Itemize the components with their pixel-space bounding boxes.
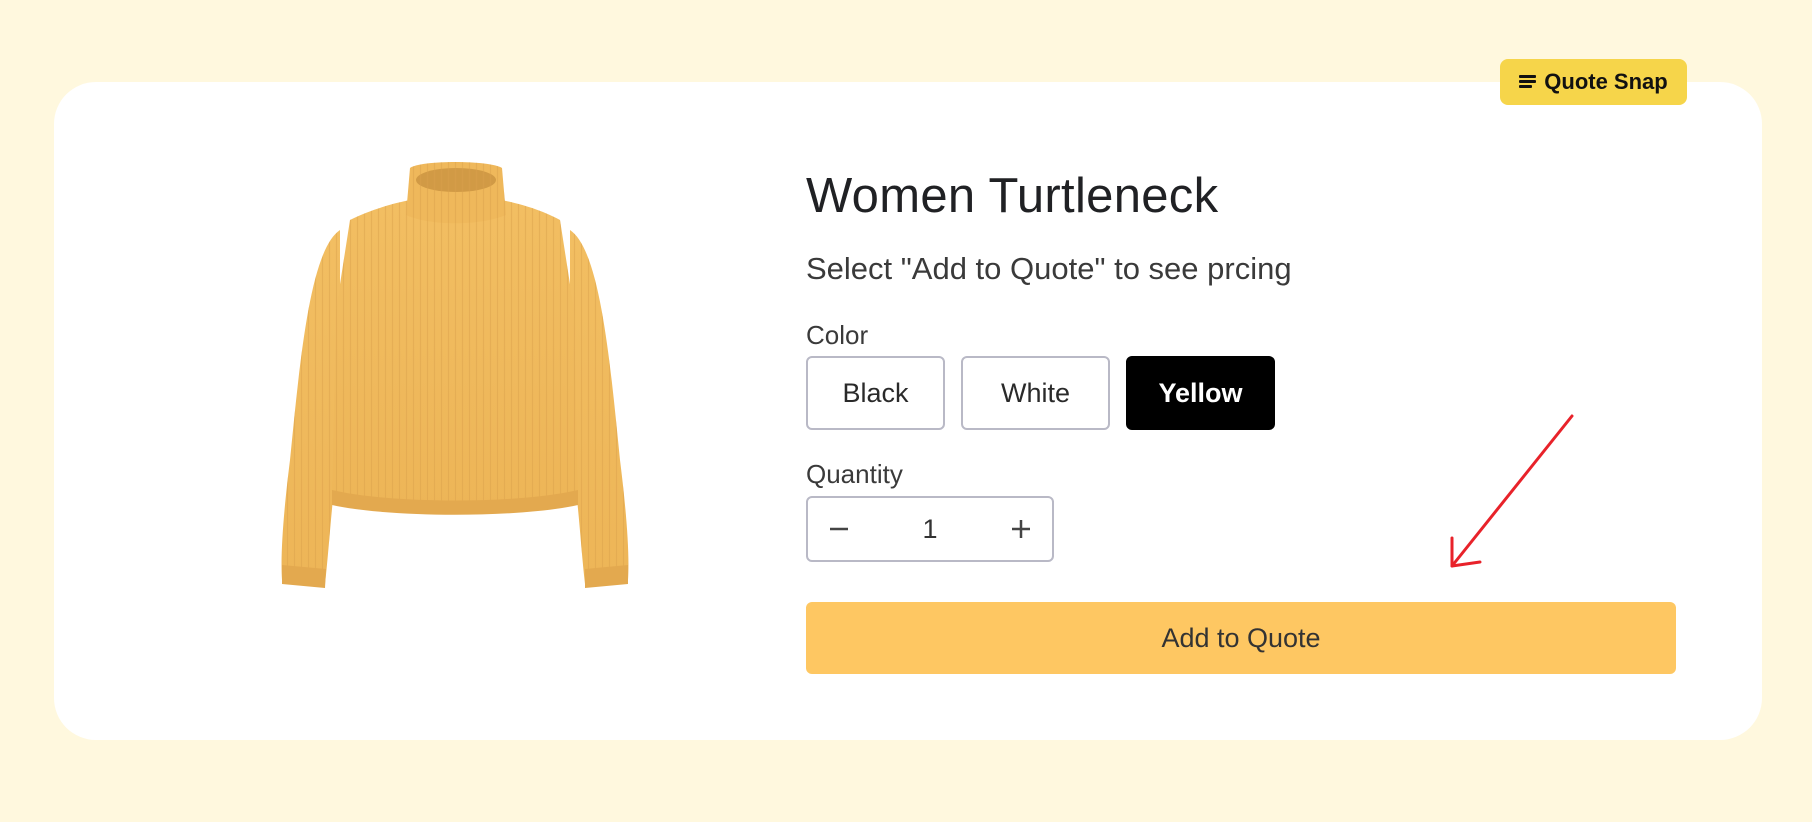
arrow-pointer-icon [1450,414,1574,568]
list-icon [1519,75,1537,89]
plus-icon [1012,520,1030,538]
minus-icon [830,527,848,531]
quantity-label: Quantity [806,459,903,489]
color-label: Color [806,320,869,350]
add-to-quote-button[interactable]: Add to Quote [806,602,1676,674]
product-title: Women Turtleneck [806,169,1219,223]
color-option-yellow[interactable]: Yellow [1126,356,1275,430]
badge-label: Quote Snap [1544,69,1668,94]
color-option-white[interactable]: White [961,356,1110,430]
product-image-sweater [281,162,629,588]
pricing-hint: Select "Add to Quote" to see prcing [806,251,1292,286]
color-option-black[interactable]: Black [806,356,945,430]
quote-snap-badge[interactable]: Quote Snap [1500,59,1687,105]
quantity-stepper: 1 [806,496,1054,562]
quantity-value[interactable]: 1 [870,514,990,545]
quantity-decrement-button[interactable] [808,498,870,560]
quantity-increment-button[interactable] [990,498,1052,560]
